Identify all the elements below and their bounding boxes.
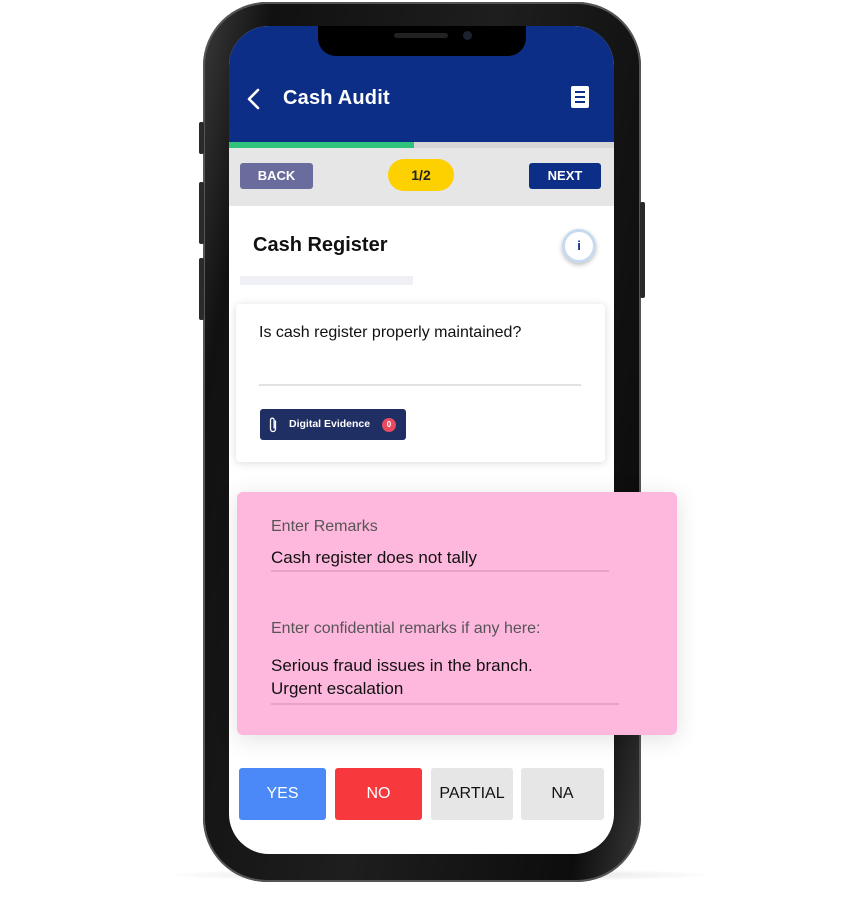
page-title: Cash Audit (283, 87, 390, 109)
remarks-label: Enter Remarks (271, 518, 378, 535)
volume-down-button (199, 258, 204, 320)
remarks-underline (271, 570, 609, 572)
power-button (640, 202, 645, 298)
step-navigation: BACK 1/2 NEXT (229, 148, 614, 206)
confidential-remarks-underline (271, 703, 619, 705)
remarks-input[interactable]: Cash register does not tally (271, 546, 477, 569)
confidential-remarks-label: Enter confidential remarks if any here: (271, 620, 541, 637)
step-indicator: 1/2 (388, 159, 454, 191)
question-divider (259, 384, 581, 386)
digital-evidence-button[interactable]: Digital Evidence 0 (260, 409, 406, 440)
mute-switch (199, 122, 204, 154)
volume-up-button (199, 182, 204, 244)
back-button[interactable]: BACK (240, 163, 313, 189)
info-button[interactable]: i (562, 229, 596, 263)
yes-button[interactable]: YES (239, 768, 326, 820)
answer-bar: YES NO PARTIAL NA (229, 768, 614, 820)
na-button[interactable]: NA (521, 768, 604, 820)
paperclip-icon (269, 417, 277, 433)
question-text: Is cash register properly maintained? (259, 324, 522, 341)
confidential-remarks-line1[interactable]: Serious fraud issues in the branch. (271, 654, 533, 677)
chevron-left-icon[interactable] (246, 88, 260, 110)
no-button[interactable]: NO (335, 768, 422, 820)
evidence-label: Digital Evidence (289, 418, 371, 430)
confidential-remarks-line2[interactable]: Urgent escalation (271, 677, 403, 700)
speaker (394, 33, 448, 38)
document-icon[interactable] (570, 85, 590, 109)
evidence-count-badge: 0 (382, 418, 396, 432)
partial-button[interactable]: PARTIAL (431, 768, 513, 820)
camera (463, 31, 472, 40)
next-button[interactable]: NEXT (529, 163, 601, 189)
remarks-card: Enter Remarks Cash register does not tal… (237, 492, 677, 735)
phone-notch (318, 26, 526, 56)
section-underline (240, 276, 413, 285)
question-card: Is cash register properly maintained? Di… (236, 304, 605, 462)
section-title: Cash Register (253, 234, 388, 256)
